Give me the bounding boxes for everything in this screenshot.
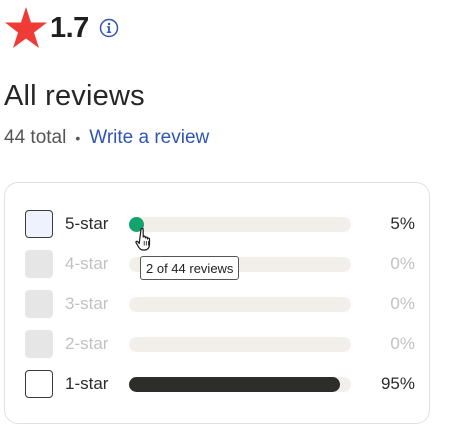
- row-percent-5-star: 5%: [390, 214, 415, 233]
- row-percent-1-star: 95%: [380, 374, 415, 393]
- rating-summary: 1.7: [4, 6, 119, 50]
- review-summary-line: 44 total • Write a review: [4, 127, 209, 149]
- checkbox-5-star[interactable]: [25, 210, 53, 238]
- info-circle-icon[interactable]: [99, 18, 119, 38]
- checkbox-4-star: [25, 250, 53, 278]
- rating-bar-1-star: [129, 376, 351, 392]
- rating-row-5[interactable]: 5-star 5%: [25, 209, 415, 239]
- row-percent-3-star: 0%: [390, 294, 415, 313]
- row-label-5-star: 5-star: [65, 214, 109, 233]
- rating-tooltip: 2 of 44 reviews: [140, 256, 240, 280]
- row-label-3-star: 3-star: [65, 294, 109, 313]
- checkbox-3-star: [25, 290, 53, 318]
- rating-bar-2-star: [129, 336, 351, 352]
- checkbox-1-star[interactable]: [25, 370, 53, 398]
- rating-row-2: 2-star 0%: [25, 329, 415, 359]
- hand-pointer-cursor-icon: [135, 227, 151, 251]
- star-icon: [5, 7, 47, 48]
- rating-row-3: 3-star 0%: [25, 289, 415, 319]
- rating-bar-fill-1-star: [129, 376, 340, 392]
- row-label-4-star: 4-star: [65, 254, 109, 273]
- total-reviews: 44 total: [4, 127, 67, 148]
- rating-row-1[interactable]: 1-star 95%: [25, 369, 415, 399]
- rating-filter-panel: 5-star 5% 4-star 0% 3-star 0% 2-star 0% …: [4, 182, 430, 424]
- rating-bar-5-star: [129, 216, 351, 232]
- row-label-2-star: 2-star: [65, 334, 109, 353]
- checkbox-2-star: [25, 330, 53, 358]
- row-percent-4-star: 0%: [390, 254, 415, 273]
- page-title: All reviews: [4, 80, 145, 112]
- rating-bar-3-star: [129, 296, 351, 312]
- rating-value: 1.7: [50, 11, 89, 44]
- row-percent-2-star: 0%: [390, 334, 415, 353]
- separator-dot: •: [75, 130, 81, 146]
- row-label-1-star: 1-star: [65, 374, 109, 393]
- write-review-link[interactable]: Write a review: [89, 127, 209, 149]
